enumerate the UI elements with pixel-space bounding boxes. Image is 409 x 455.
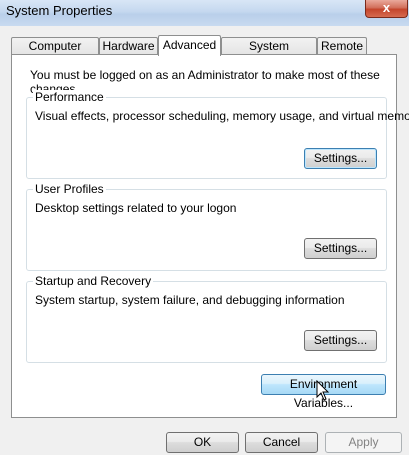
tab-advanced[interactable]: Advanced	[158, 35, 221, 56]
close-icon: x	[382, 0, 391, 15]
performance-title: Performance	[33, 90, 106, 104]
apply-button[interactable]: Apply	[325, 432, 402, 453]
startup-recovery-title: Startup and Recovery	[33, 274, 154, 288]
dialog-button-bar: OK Cancel Apply	[0, 418, 409, 455]
close-button[interactable]: x	[365, 0, 408, 18]
user-profiles-group: User Profiles Desktop settings related t…	[26, 182, 387, 271]
startup-recovery-group: Startup and Recovery System startup, sys…	[26, 274, 387, 363]
performance-group: Performance Visual effects, processor sc…	[26, 90, 409, 179]
user-profiles-desc: Desktop settings related to your logon	[35, 201, 237, 215]
tab-hardware[interactable]: Hardware	[99, 37, 158, 55]
title-bar: System Properties x	[0, 0, 409, 26]
startup-recovery-settings-button[interactable]: Settings...	[304, 330, 377, 351]
performance-settings-button[interactable]: Settings...	[304, 148, 377, 169]
dialog-client: Computer Name Hardware Advanced System P…	[0, 26, 409, 455]
tab-remote[interactable]: Remote	[317, 37, 367, 55]
cancel-button[interactable]: Cancel	[245, 432, 318, 453]
tab-system-protection[interactable]: System Protection	[221, 37, 317, 69]
ok-button[interactable]: OK	[166, 432, 239, 453]
mouse-pointer-icon	[316, 380, 330, 401]
window-title: System Properties	[6, 3, 113, 18]
user-profiles-settings-button[interactable]: Settings...	[304, 238, 377, 259]
user-profiles-title: User Profiles	[33, 182, 106, 196]
startup-recovery-desc: System startup, system failure, and debu…	[35, 293, 345, 307]
performance-desc: Visual effects, processor scheduling, me…	[35, 109, 409, 123]
advanced-tab-panel: You must be logged on as an Administrato…	[11, 54, 409, 418]
tab-computer-name[interactable]: Computer Name	[11, 37, 99, 69]
